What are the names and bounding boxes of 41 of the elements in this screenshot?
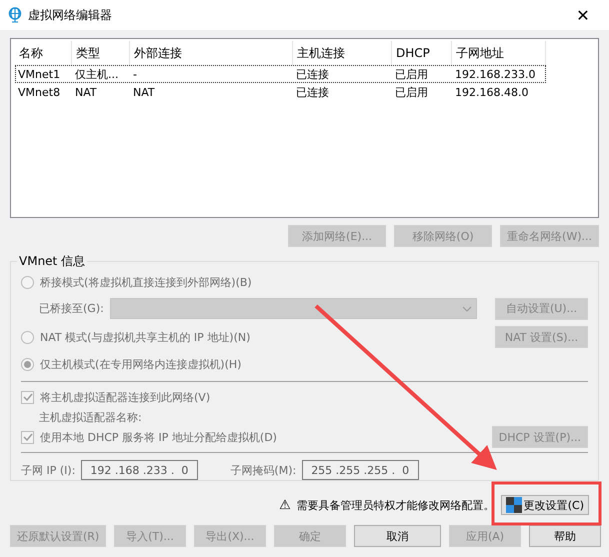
- checkbox-label: 将主机虚拟适配器连接到此网络(V): [40, 390, 210, 404]
- table-cell-text: NAT: [132, 86, 156, 98]
- chevron-down-icon: [462, 306, 472, 312]
- table-cell-text: 192.168.233.0: [454, 68, 536, 80]
- table-cell-text: 仅主机...: [74, 66, 120, 82]
- checkbox-label: 使用本地 DHCP 服务将 IP 地址分配给虚拟机(D): [40, 430, 277, 444]
- column-header[interactable]: 主机连接: [293, 41, 392, 65]
- warning-icon: ⚠: [279, 498, 291, 512]
- column-header[interactable]: 类型: [72, 41, 130, 65]
- table-cell-text: 192.168.48.0: [454, 86, 530, 98]
- table-cell-text: 已连接: [295, 84, 330, 100]
- group-title: VMnet 信息: [18, 253, 86, 270]
- field-label: 子网 IP (I):: [21, 462, 76, 478]
- radio-label: 桥接模式(将虚拟机直接连接到外部网络)(B): [40, 275, 252, 290]
- table-cell-text: 已启用: [394, 84, 429, 100]
- table-row[interactable]: VMnet8 NAT NAT 已连接 已启用 192.168.48.0: [15, 83, 546, 101]
- field-label: 已桥接至(G):: [39, 301, 104, 316]
- button[interactable]: 帮助: [529, 525, 601, 547]
- table-cell-text: 已启用: [394, 66, 429, 82]
- table-cell-text: -: [132, 68, 138, 80]
- globe-icon: [8, 7, 22, 23]
- notice-text: 需要具备管理员特权才能修改网络配置。: [296, 498, 495, 512]
- table-cell-text: VMnet1: [17, 68, 62, 80]
- table-cell-text: VMnet8: [17, 86, 62, 98]
- column-header[interactable]: 子网地址: [452, 41, 546, 65]
- mask-field[interactable]: 255 .255 .255 . 0: [302, 460, 420, 480]
- column-header[interactable]: 名称: [15, 41, 72, 65]
- change-settings-button[interactable]: 更改设置(C): [500, 495, 589, 515]
- column-header[interactable]: DHCP: [392, 41, 452, 65]
- window-title: 虚拟网络编辑器: [28, 6, 113, 24]
- table-row[interactable]: VMnet1 仅主机... - 已连接 已启用 192.168.233.0: [15, 65, 546, 83]
- table-cell-text: 已连接: [295, 66, 330, 82]
- button[interactable]: 取消: [354, 525, 441, 547]
- radio-label: NAT 模式(与虚拟机共享主机的 IP 地址)(N): [40, 330, 250, 344]
- field-label: 主机虚拟适配器名称:: [39, 410, 142, 424]
- ip-field[interactable]: 192 .168 .233 . 0: [81, 460, 198, 480]
- table-cell-text: NAT: [74, 86, 98, 98]
- radio-label: 仅主机模式(在专用网络内连接虚拟机)(H): [40, 357, 242, 372]
- close-button[interactable]: ✕: [565, 1, 601, 29]
- field-label: 子网掩码(M):: [230, 462, 296, 478]
- column-header[interactable]: 外部连接: [130, 41, 293, 65]
